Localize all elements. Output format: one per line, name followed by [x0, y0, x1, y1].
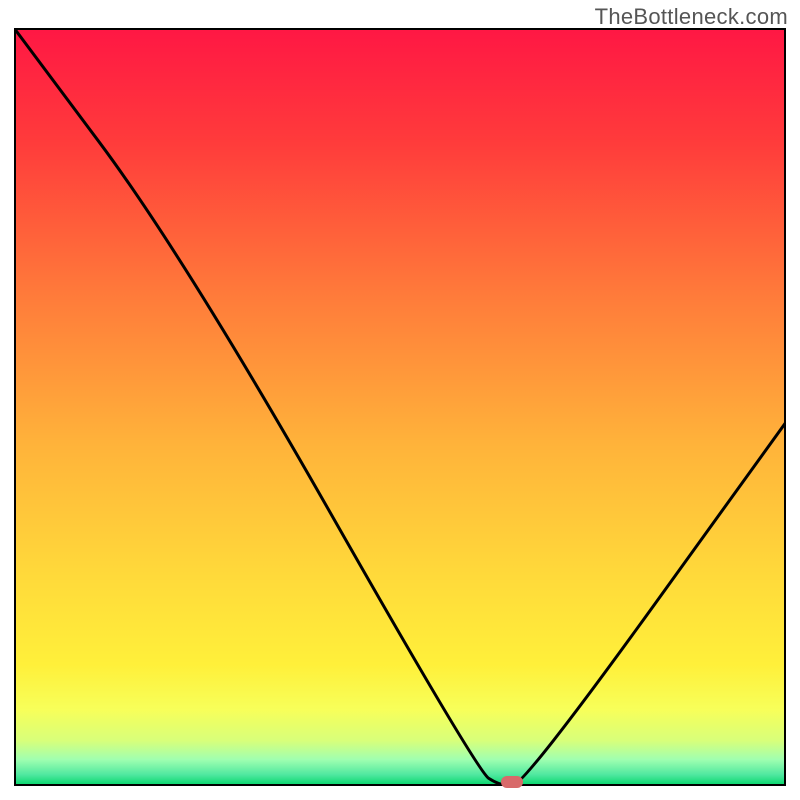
plot-area — [14, 28, 786, 786]
optimal-point-marker — [501, 776, 523, 788]
watermark-text: TheBottleneck.com — [595, 4, 788, 30]
plot-border — [15, 29, 786, 786]
chart-container: TheBottleneck.com — [0, 0, 800, 800]
bottleneck-curve-path — [14, 28, 786, 786]
chart-lines — [14, 28, 786, 786]
